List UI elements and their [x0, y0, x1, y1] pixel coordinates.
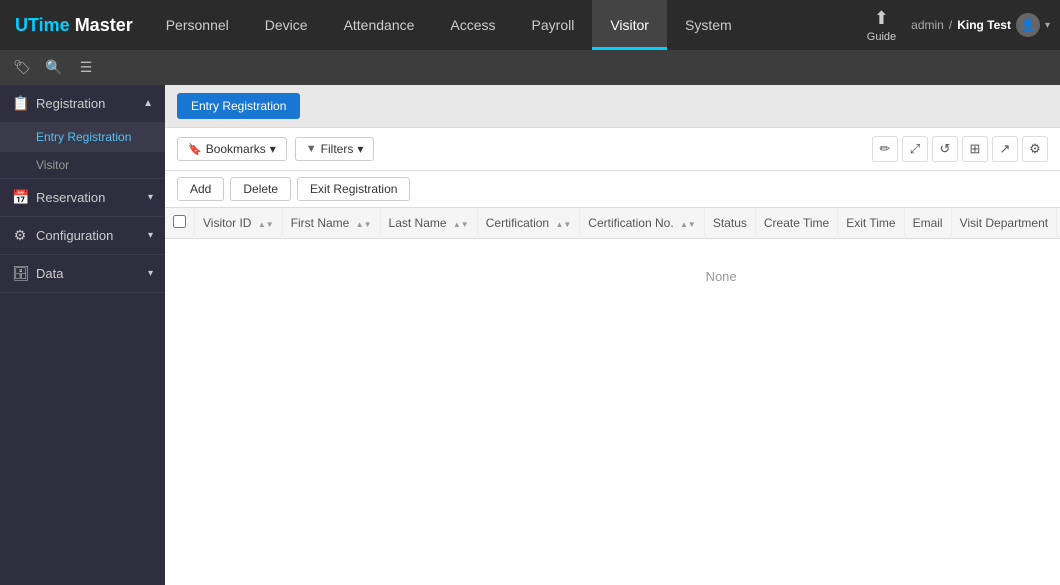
top-navigation: UTime Master Personnel Device Attendance… — [0, 0, 1060, 50]
last-name-sort-icon: ▲▼ — [453, 221, 469, 229]
sidebar-item-visitor[interactable]: Visitor — [0, 152, 165, 178]
user-menu[interactable]: admin / King Test 👤 ▾ — [911, 13, 1050, 37]
guide-label: Guide — [867, 31, 896, 43]
menu-icon[interactable]: ☰ — [74, 56, 98, 80]
empty-table-row: None — [165, 239, 1060, 315]
nav-item-access[interactable]: Access — [432, 0, 513, 50]
exit-registration-button[interactable]: Exit Registration — [297, 177, 410, 201]
configuration-icon: ⚙ — [12, 227, 28, 244]
empty-table-text: None — [165, 239, 1060, 315]
nav-right: ⬆ Guide admin / King Test 👤 ▾ — [867, 8, 1060, 43]
sidebar-section-reservation-header[interactable]: 📅 Reservation ▾ — [0, 179, 165, 216]
col-last-name[interactable]: Last Name ▲▼ — [380, 208, 477, 239]
col-visitor-id[interactable]: Visitor ID ▲▼ — [195, 208, 283, 239]
data-icon: 🗄 — [12, 265, 28, 282]
bookmark-icon: 🔖 — [188, 143, 202, 156]
user-name-text: King Test — [957, 18, 1011, 32]
col-email[interactable]: Email — [904, 208, 951, 239]
reservation-icon: 📅 — [12, 189, 28, 206]
sidebar-section-data: 🗄 Data ▾ — [0, 255, 165, 293]
entry-registration-tab[interactable]: Entry Registration — [177, 93, 300, 119]
sidebar-item-entry-registration[interactable]: Entry Registration — [0, 122, 165, 152]
user-avatar: 👤 — [1016, 13, 1040, 37]
sidebar-configuration-label: Configuration — [36, 228, 140, 243]
bookmarks-label: Bookmarks — [206, 142, 266, 156]
certification-no-sort-icon: ▲▼ — [680, 221, 696, 229]
guide-button[interactable]: ⬆ Guide — [867, 8, 896, 43]
col-status[interactable]: Status — [704, 208, 755, 239]
sidebar-section-configuration-header[interactable]: ⚙ Configuration ▾ — [0, 217, 165, 254]
sidebar-data-label: Data — [36, 266, 140, 281]
col-certification[interactable]: Certification ▲▼ — [477, 208, 580, 239]
search-icon[interactable]: 🔍 — [42, 56, 66, 80]
nav-item-attendance[interactable]: Attendance — [326, 0, 433, 50]
reservation-expand-icon: ▾ — [148, 192, 153, 203]
registration-icon: 📋 — [12, 95, 28, 112]
app-logo[interactable]: UTime Master — [0, 0, 148, 50]
columns-icon-button[interactable]: ⊞ — [962, 136, 988, 162]
configuration-expand-icon: ▾ — [148, 230, 153, 241]
nav-item-system[interactable]: System — [667, 0, 750, 50]
table-container: Visitor ID ▲▼ First Name ▲▼ Last Name ▲▼ — [165, 208, 1060, 585]
visitor-id-sort-icon: ▲▼ — [258, 221, 274, 229]
sidebar: 📋 Registration ▲ Entry Registration Visi… — [0, 85, 165, 585]
nav-item-visitor[interactable]: Visitor — [592, 0, 667, 50]
col-create-time[interactable]: Create Time — [755, 208, 837, 239]
main-content: 📋 Registration ▲ Entry Registration Visi… — [0, 85, 1060, 585]
toolbar: 🔖 Bookmarks ▾ ▼ Filters ▾ ✏ ⤢ ↺ ⊞ ↗ ⚙ — [165, 128, 1060, 171]
sidebar-section-reservation: 📅 Reservation ▾ — [0, 179, 165, 217]
col-exit-time[interactable]: Exit Time — [838, 208, 904, 239]
sidebar-reservation-label: Reservation — [36, 190, 140, 205]
guide-icon: ⬆ — [874, 8, 889, 29]
page-header: Entry Registration — [165, 85, 1060, 128]
sidebar-registration-label: Registration — [36, 96, 135, 111]
registration-expand-icon: ▲ — [143, 98, 153, 109]
edit-icon-button[interactable]: ✏ — [872, 136, 898, 162]
refresh-icon-button[interactable]: ↺ — [932, 136, 958, 162]
user-slash: / — [949, 18, 952, 32]
select-all-checkbox[interactable] — [173, 215, 186, 228]
add-button[interactable]: Add — [177, 177, 224, 201]
nav-item-personnel[interactable]: Personnel — [148, 0, 247, 50]
sidebar-section-configuration: ⚙ Configuration ▾ — [0, 217, 165, 255]
sidebar-section-registration: 📋 Registration ▲ Entry Registration Visi… — [0, 85, 165, 179]
user-admin-text: admin — [911, 18, 944, 32]
delete-button[interactable]: Delete — [230, 177, 291, 201]
nav-item-payroll[interactable]: Payroll — [514, 0, 593, 50]
sidebar-section-data-header[interactable]: 🗄 Data ▾ — [0, 255, 165, 292]
first-name-sort-icon: ▲▼ — [356, 221, 372, 229]
filters-dropdown-icon: ▾ — [357, 142, 363, 156]
logo-time: Time — [28, 15, 70, 35]
action-bar: Add Delete Exit Registration — [165, 171, 1060, 208]
page-content: Entry Registration 🔖 Bookmarks ▾ ▼ Filte… — [165, 85, 1060, 585]
bookmarks-button[interactable]: 🔖 Bookmarks ▾ — [177, 137, 287, 161]
data-expand-icon: ▾ — [148, 268, 153, 279]
secondary-navigation: 🏷 🔍 ☰ — [0, 50, 1060, 85]
toolbar-actions: ✏ ⤢ ↺ ⊞ ↗ ⚙ — [872, 136, 1048, 162]
filters-button[interactable]: ▼ Filters ▾ — [295, 137, 375, 161]
sidebar-section-registration-header[interactable]: 📋 Registration ▲ — [0, 85, 165, 122]
visitor-table: Visitor ID ▲▼ First Name ▲▼ Last Name ▲▼ — [165, 208, 1060, 314]
select-all-header[interactable] — [165, 208, 195, 239]
logo-u: U — [15, 15, 28, 35]
tag-icon[interactable]: 🏷 — [10, 56, 34, 80]
filters-label: Filters — [321, 142, 354, 156]
expand-icon-button[interactable]: ⤢ — [902, 136, 928, 162]
settings-icon-button[interactable]: ⚙ — [1022, 136, 1048, 162]
logo-master: Master — [70, 15, 133, 35]
main-nav-items: Personnel Device Attendance Access Payro… — [148, 0, 867, 50]
share-icon-button[interactable]: ↗ — [992, 136, 1018, 162]
col-first-name[interactable]: First Name ▲▼ — [282, 208, 380, 239]
certification-sort-icon: ▲▼ — [555, 221, 571, 229]
col-host-visited[interactable]: Host/Visited — [1057, 208, 1060, 239]
bookmarks-dropdown-icon: ▾ — [270, 142, 276, 156]
col-certification-no[interactable]: Certification No. ▲▼ — [580, 208, 705, 239]
nav-item-device[interactable]: Device — [247, 0, 326, 50]
col-visit-department[interactable]: Visit Department — [951, 208, 1056, 239]
filter-icon: ▼ — [306, 143, 317, 155]
user-dropdown-icon: ▾ — [1045, 20, 1050, 31]
